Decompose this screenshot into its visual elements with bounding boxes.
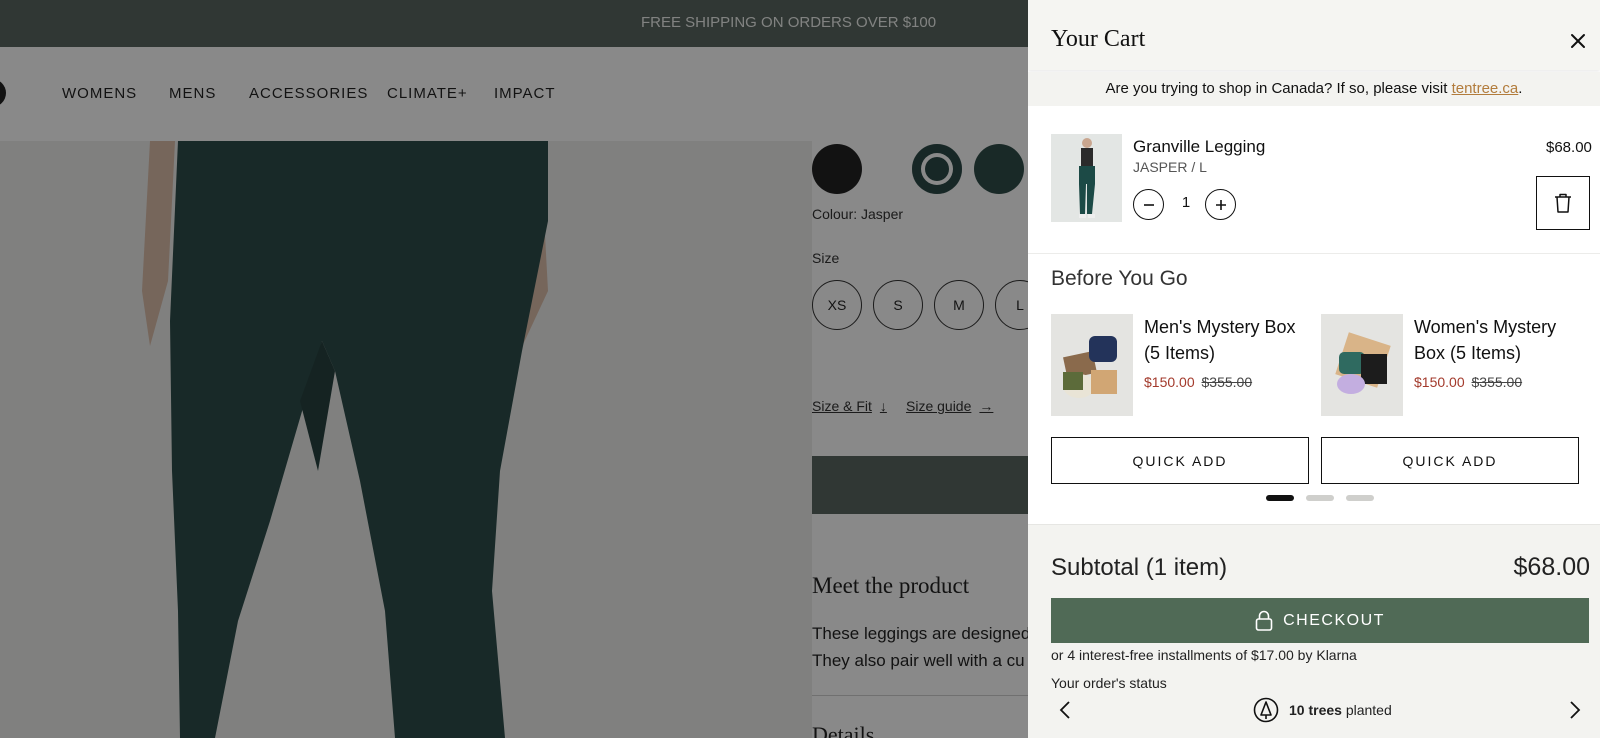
increase-quantity-button[interactable] xyxy=(1205,189,1236,220)
before-you-go-title: Before You Go xyxy=(1051,267,1188,290)
canada-notice-text: Are you trying to shop in Canada? If so,… xyxy=(1105,80,1452,97)
upsell-card: Men's Mystery Box (5 Items) $150.00 $355… xyxy=(1051,314,1309,486)
status-next-button[interactable] xyxy=(1564,699,1584,721)
subtotal-label: Subtotal (1 item) xyxy=(1051,554,1228,581)
cart-drawer: Your Cart Are you trying to shop in Cana… xyxy=(1028,0,1600,738)
klarna-installments: or 4 interest-free installments of $17.0… xyxy=(1051,647,1357,663)
plus-icon xyxy=(1215,199,1226,210)
checkout-label: CHECKOUT xyxy=(1283,611,1385,629)
cart-line-item: Granville Legging JASPER / L $68.00 1 xyxy=(1028,106,1600,254)
trees-planted-status: 10 trees planted xyxy=(1253,697,1392,723)
canada-notice-end: . xyxy=(1518,80,1523,97)
trash-icon xyxy=(1555,193,1571,213)
upsell-name[interactable]: Women's Mystery Box (5 Items) xyxy=(1414,314,1579,366)
decrease-quantity-button[interactable] xyxy=(1133,189,1164,220)
checkout-button[interactable]: CHECKOUT xyxy=(1051,598,1589,643)
order-status-carousel: 10 trees planted xyxy=(1028,695,1600,725)
legging-thumbnail-image xyxy=(1051,134,1122,222)
upsell-price: $150.00 $355.00 xyxy=(1414,374,1522,390)
close-cart-button[interactable] xyxy=(1568,31,1588,51)
cart-title: Your Cart xyxy=(1051,26,1146,52)
trees-suffix: planted xyxy=(1345,702,1392,718)
lock-icon xyxy=(1255,610,1273,631)
product-page-background: FREE SHIPPING ON ORDERS OVER $100 WOMENS… xyxy=(0,0,1028,738)
chevron-left-icon xyxy=(1059,701,1070,719)
upsell-thumbnail[interactable] xyxy=(1321,314,1403,416)
chevron-right-icon xyxy=(1570,701,1581,719)
upsell-name[interactable]: Men's Mystery Box (5 Items) xyxy=(1144,314,1309,366)
quick-add-button[interactable]: QUICK ADD xyxy=(1321,437,1579,484)
carousel-dot[interactable] xyxy=(1306,495,1334,501)
carousel-pagination xyxy=(1266,495,1374,501)
item-price: $68.00 xyxy=(1546,139,1592,156)
canada-notice: Are you trying to shop in Canada? If so,… xyxy=(1028,72,1600,106)
remove-item-button[interactable] xyxy=(1536,176,1590,230)
cart-header: Your Cart xyxy=(1028,0,1600,70)
item-variant: JASPER / L xyxy=(1133,159,1207,175)
order-status-label: Your order's status xyxy=(1051,675,1167,691)
womens-box-image xyxy=(1321,314,1403,416)
upsell-price: $150.00 $355.00 xyxy=(1144,374,1252,390)
sale-price: $150.00 xyxy=(1144,374,1195,390)
cart-summary: Subtotal (1 item) $68.00 CHECKOUT or 4 i… xyxy=(1028,524,1600,738)
trees-count: 10 trees xyxy=(1289,702,1342,718)
mens-box-image xyxy=(1051,314,1133,416)
original-price: $355.00 xyxy=(1201,374,1253,390)
quick-add-button[interactable]: QUICK ADD xyxy=(1051,437,1309,484)
sale-price: $150.00 xyxy=(1414,374,1465,390)
upsell-card: Women's Mystery Box (5 Items) $150.00 $3… xyxy=(1321,314,1579,486)
item-name[interactable]: Granville Legging xyxy=(1133,137,1265,157)
item-thumbnail[interactable] xyxy=(1051,134,1122,222)
canada-link[interactable]: tentree.ca xyxy=(1452,80,1519,97)
subtotal-value: $68.00 xyxy=(1513,553,1590,581)
carousel-dot[interactable] xyxy=(1346,495,1374,501)
upsell-thumbnail[interactable] xyxy=(1051,314,1133,416)
tree-icon xyxy=(1253,697,1279,723)
minus-icon xyxy=(1143,203,1154,206)
item-quantity: 1 xyxy=(1181,194,1191,211)
modal-overlay[interactable] xyxy=(0,0,1028,738)
original-price: $355.00 xyxy=(1471,374,1523,390)
status-prev-button[interactable] xyxy=(1056,699,1076,721)
close-icon xyxy=(1571,34,1585,48)
carousel-dot-active[interactable] xyxy=(1266,495,1294,501)
